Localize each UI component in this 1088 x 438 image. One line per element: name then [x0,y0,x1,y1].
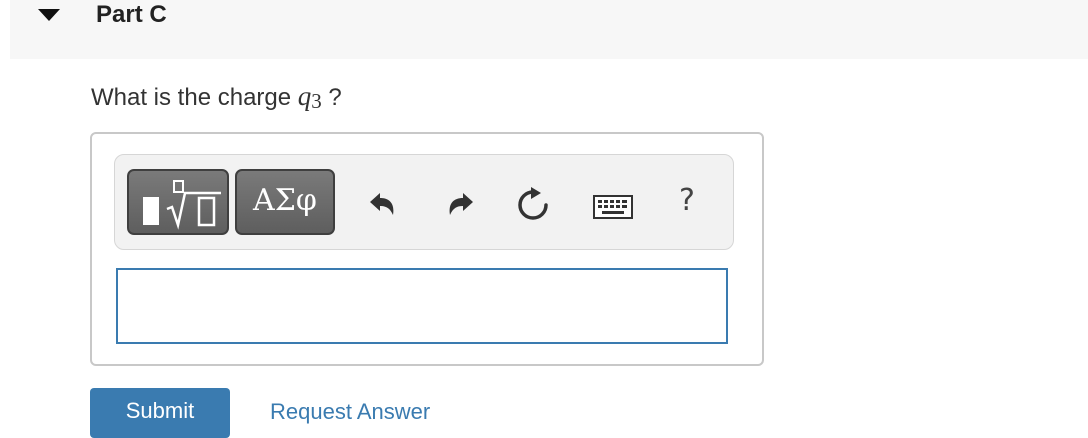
question-variable: q [297,81,312,111]
part-header [10,0,1088,59]
part-title: Part C [96,1,167,28]
redo-icon[interactable] [445,188,475,218]
question-text: What is the charge q3 ? [91,81,342,116]
question-prefix: What is the charge [91,84,298,111]
request-answer-link[interactable]: Request Answer [270,397,430,427]
help-button[interactable]: ? [675,181,699,221]
submit-button[interactable]: Submit [90,388,230,438]
keyboard-icon[interactable] [593,195,633,219]
templates-icon [143,180,221,230]
greek-symbols-button[interactable]: ΑΣφ [235,169,335,235]
math-toolbar: ΑΣφ ? [114,154,734,250]
question-suffix: ? [321,84,342,111]
greek-symbols-label: ΑΣφ [253,183,317,218]
undo-icon[interactable] [368,188,398,218]
reset-icon[interactable] [517,187,553,223]
question-subscript: 3 [311,89,322,113]
templates-button[interactable] [127,169,229,235]
answer-input[interactable] [116,268,728,344]
collapse-triangle-icon[interactable] [38,9,60,21]
